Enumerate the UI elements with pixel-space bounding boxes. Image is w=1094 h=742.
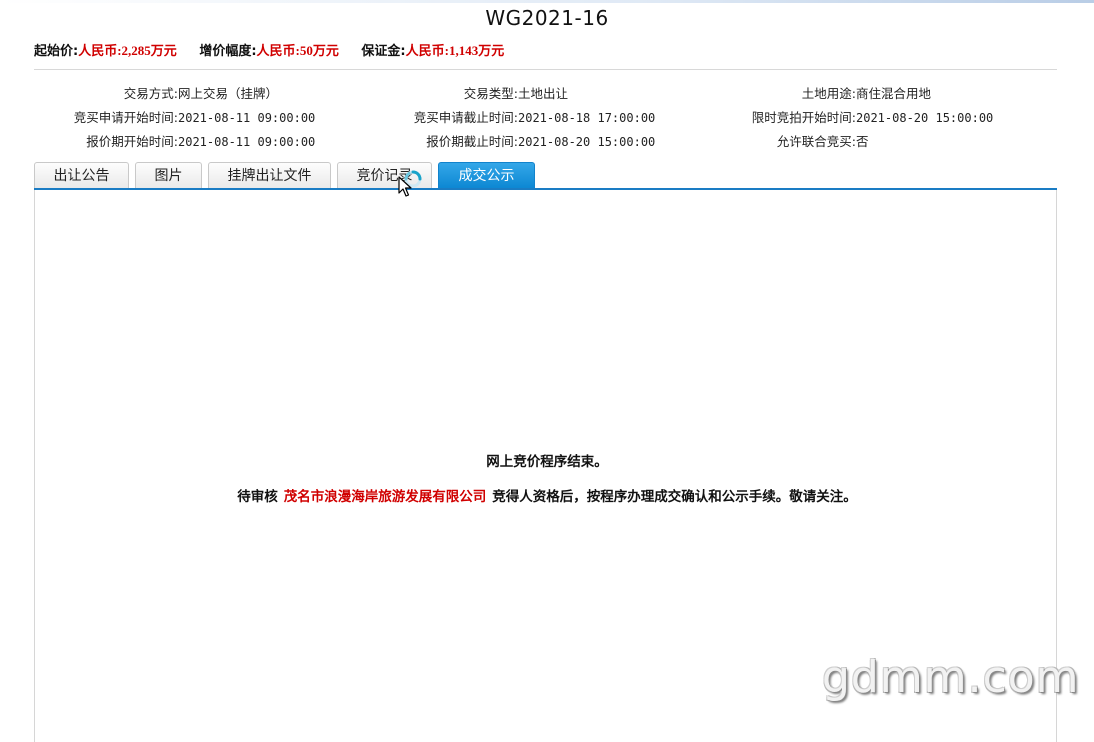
tab-announcement[interactable]: 出让公告 (34, 162, 129, 189)
timed-bid-start-value: 2021-08-20 15:00:00 (856, 111, 994, 125)
increment-value: 人民币:50万元 (256, 43, 339, 58)
winner-name: 茂名市浪漫海岸旅游发展有限公司 (283, 489, 487, 505)
increment: 增价幅度:人民币:50万元 (199, 40, 339, 59)
pending-suffix: 竞得人资格后，按程序办理成交确认和公示手续。敬请关注。 (492, 489, 857, 505)
quote-end: 报价期截止时间:2021-08-20 15:00:00 (400, 131, 655, 150)
deposit: 保证金:人民币:1,143万元 (361, 40, 504, 59)
start-price-value: 人民币:2,285万元 (78, 43, 177, 58)
timed-bid-start-label: 限时竞拍开始时间: (751, 110, 856, 125)
mouse-pointer-icon (398, 176, 412, 197)
apply-end-value: 2021-08-18 17:00:00 (518, 111, 656, 125)
apply-start: 竞买申请开始时间:2021-08-11 09:00:00 (60, 107, 316, 126)
trade-method: 交易方式:网上交易（挂牌） (60, 83, 278, 102)
trade-method-value: 网上交易（挂牌） (178, 86, 279, 101)
quote-start: 报价期开始时间:2021-08-11 09:00:00 (60, 131, 315, 150)
quote-end-value: 2021-08-20 15:00:00 (518, 135, 656, 149)
joint-bid-value: 否 (856, 134, 869, 149)
trade-method-label: 交易方式: (123, 86, 178, 101)
top-border (0, 0, 1094, 3)
tab-listing-documents[interactable]: 挂牌出让文件 (208, 162, 331, 189)
timed-bid-start: 限时竞拍开始时间:2021-08-20 15:00:00 (738, 107, 994, 126)
trade-type: 交易类型:土地出让 (400, 83, 568, 102)
start-price-label: 起始价: (34, 44, 79, 59)
watermark-logo: gdmm.com (822, 652, 1080, 703)
pending-prefix: 待审核 (237, 489, 278, 505)
apply-start-value: 2021-08-11 09:00:00 (178, 111, 316, 125)
joint-bid: 允许联合竞买:否 (738, 131, 869, 150)
price-bar: 起始价:人民币:2,285万元 增价幅度:人民币:50万元 保证金:人民币:1,… (34, 40, 522, 59)
start-price: 起始价:人民币:2,285万元 (34, 40, 177, 59)
divider (34, 69, 1057, 70)
apply-end-label: 竞买申请截止时间: (413, 110, 518, 125)
page-title: WG2021-16 (485, 6, 609, 30)
trade-type-label: 交易类型: (463, 86, 518, 101)
deposit-label: 保证金: (361, 44, 406, 59)
increment-label: 增价幅度: (199, 44, 257, 59)
auction-ended-message: 网上竞价程序结束。 (486, 454, 608, 470)
tab-pictures[interactable]: 图片 (135, 162, 202, 189)
land-use-label: 土地用途: (801, 86, 856, 101)
trade-type-value: 土地出让 (518, 86, 569, 101)
pending-review-message: 待审核 茂名市浪漫海岸旅游发展有限公司 竞得人资格后，按程序办理成交确认和公示手续。… (0, 485, 1094, 505)
quote-start-value: 2021-08-11 09:00:00 (178, 135, 316, 149)
quote-end-label: 报价期截止时间: (426, 134, 518, 149)
apply-start-label: 竞买申请开始时间: (73, 110, 178, 125)
joint-bid-label: 允许联合竞买: (776, 134, 856, 149)
tab-deal-publicity[interactable]: 成交公示 (438, 162, 535, 189)
quote-start-label: 报价期开始时间: (86, 134, 178, 149)
land-use-value: 商住混合用地 (856, 86, 932, 101)
deposit-value: 人民币:1,143万元 (405, 43, 505, 58)
apply-end: 竞买申请截止时间:2021-08-18 17:00:00 (400, 107, 656, 126)
land-use: 土地用途:商住混合用地 (738, 83, 931, 102)
